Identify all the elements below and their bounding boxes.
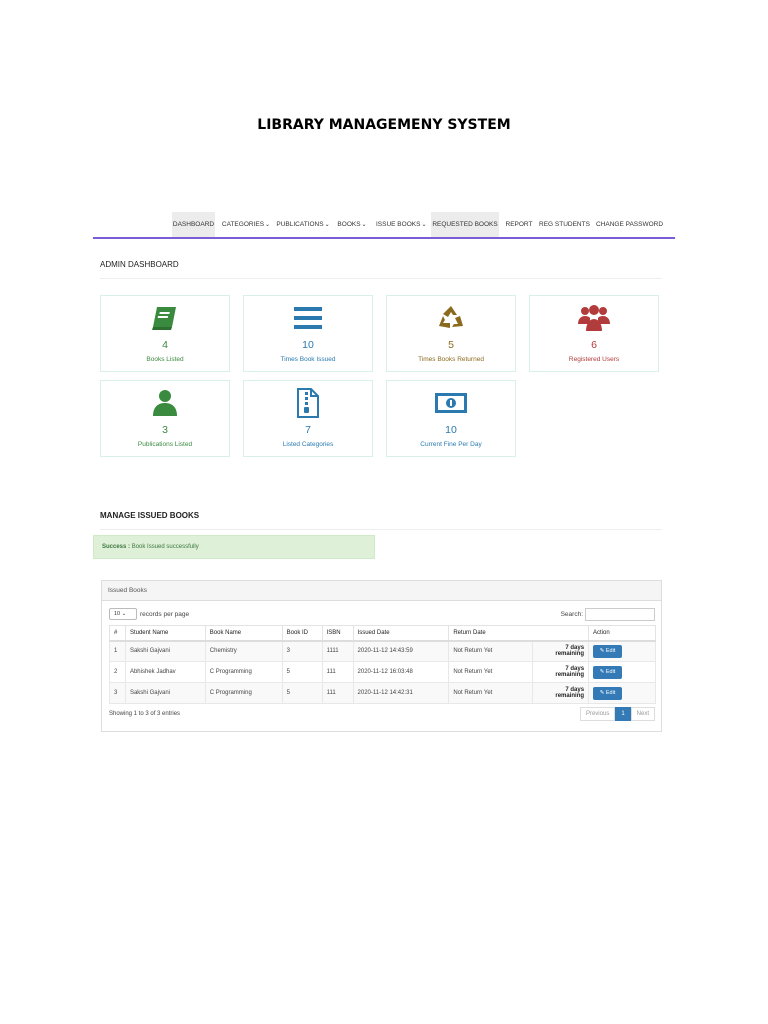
days-remaining: 7 days remaining [532,682,589,704]
top-navbar: DASHBOARD CATEGORIES⌄ PUBLICATIONS⌄ BOOK… [93,212,675,239]
pagination: Previous 1 Next [579,707,655,721]
card-value: 6 [591,339,597,351]
card-registered-users[interactable]: 6 Registered Users [529,295,659,372]
pagination-next[interactable]: Next [630,707,655,721]
money-icon [387,389,515,417]
nav-publications[interactable]: PUBLICATIONS⌄ [276,212,330,237]
pagination-page[interactable]: 1 [615,707,631,721]
edit-button[interactable]: ✎ Edit [593,644,623,658]
app-screenshot: DASHBOARD CATEGORIES⌄ PUBLICATIONS⌄ BOOK… [93,212,675,737]
table-row: 1 Sakshi Gajvani Chemistry 3 1111 2020-1… [109,640,656,662]
success-alert: Success : Book Issued successfully [93,535,375,559]
pagination-previous[interactable]: Previous [579,707,616,721]
bars-icon [244,304,372,332]
table-row: 3 Sakshi Gajvani C Programming 5 111 202… [109,682,656,704]
column-header[interactable]: Student Name [124,625,206,642]
nav-issue-books[interactable]: ISSUE BOOKS⌄ [376,212,426,237]
card-times-returned[interactable]: 5 Times Books Returned [386,295,516,372]
card-publications-listed[interactable]: 3 Publications Listed [100,380,230,457]
panel-heading: Issued Books [102,581,661,601]
chevron-down-icon: ⌄ [265,222,271,228]
column-header[interactable]: Issued Date [352,625,450,642]
column-header[interactable]: Action [588,625,656,642]
card-value: 10 [302,339,314,351]
card-value: 5 [448,339,454,351]
nav-books[interactable]: BOOKS⌄ [336,212,368,237]
recycle-icon [387,304,515,332]
nav-requested-books[interactable]: REQUESTED BOOKS [431,212,499,237]
divider [100,278,662,279]
card-label: Books Listed [146,356,184,363]
days-remaining: 7 days remaining [532,661,589,683]
column-header[interactable]: ISBN [321,625,354,642]
column-header[interactable]: # [109,625,126,642]
card-value: 4 [162,339,168,351]
chevron-down-icon: ⌄ [121,611,127,617]
card-label: Registered Users [568,356,620,363]
card-label: Times Book Issued [280,356,336,363]
search-label: Search: [560,611,583,618]
search-box: Search: [561,608,655,621]
nav-categories[interactable]: CATEGORIES⌄ [221,212,271,237]
dashboard-title: ADMIN DASHBOARD [100,260,179,269]
user-icon [101,389,229,417]
nav-dashboard[interactable]: DASHBOARD [172,212,215,237]
manage-title: MANAGE ISSUED BOOKS [100,511,200,520]
days-remaining: 7 days remaining [532,640,589,662]
card-label: Current Fine Per Day [420,441,482,448]
alert-strong: Success : [102,544,131,550]
file-archive-icon [244,388,372,418]
issued-books-table: # Student Name Book Name Book ID ISBN Is… [109,625,656,704]
card-label: Listed Categories [282,441,334,448]
chevron-down-icon: ⌄ [361,222,367,228]
card-value: 3 [162,424,168,436]
edit-button[interactable]: ✎ Edit [593,665,623,679]
card-times-issued[interactable]: 10 Times Book Issued [243,295,373,372]
column-header[interactable]: Book Name [204,625,283,642]
chevron-down-icon: ⌄ [421,222,427,228]
column-header[interactable]: Book ID [281,625,323,642]
column-header [532,625,590,642]
table-header-row: # Student Name Book Name Book ID ISBN Is… [109,625,656,642]
nav-reg-students[interactable]: REG STUDENTS [539,212,590,237]
divider [100,529,662,530]
users-icon [530,304,658,332]
nav-change-password[interactable]: CHANGE PASSWORD [596,212,663,237]
book-icon [101,304,229,332]
edit-button[interactable]: ✎ Edit [593,686,623,700]
table-row: 2 Abhishek Jadhav C Programming 5 111 20… [109,661,656,683]
alert-text: Book Issued successfully [131,544,199,550]
table-info: Showing 1 to 3 of 3 entries [109,711,181,717]
card-books-listed[interactable]: 4 Books Listed [100,295,230,372]
records-per-page: 10 ⌄ records per page [109,608,189,620]
records-per-page-select[interactable]: 10 ⌄ [109,608,137,620]
issued-books-panel: Issued Books 10 ⌄ records per page Searc… [101,580,662,732]
column-header[interactable]: Return Date [448,625,533,642]
card-value: 10 [445,424,457,436]
chevron-down-icon: ⌄ [324,222,330,228]
nav-report[interactable]: REPORT [503,212,535,237]
card-current-fine[interactable]: 10 Current Fine Per Day [386,380,516,457]
card-listed-categories[interactable]: 7 Listed Categories [243,380,373,457]
card-label: Publications Listed [137,441,193,448]
card-value: 7 [305,424,311,436]
document-title: LIBRARY MANAGEMENY SYSTEM [257,117,511,133]
search-input[interactable] [585,608,655,621]
card-label: Times Books Returned [418,356,484,363]
